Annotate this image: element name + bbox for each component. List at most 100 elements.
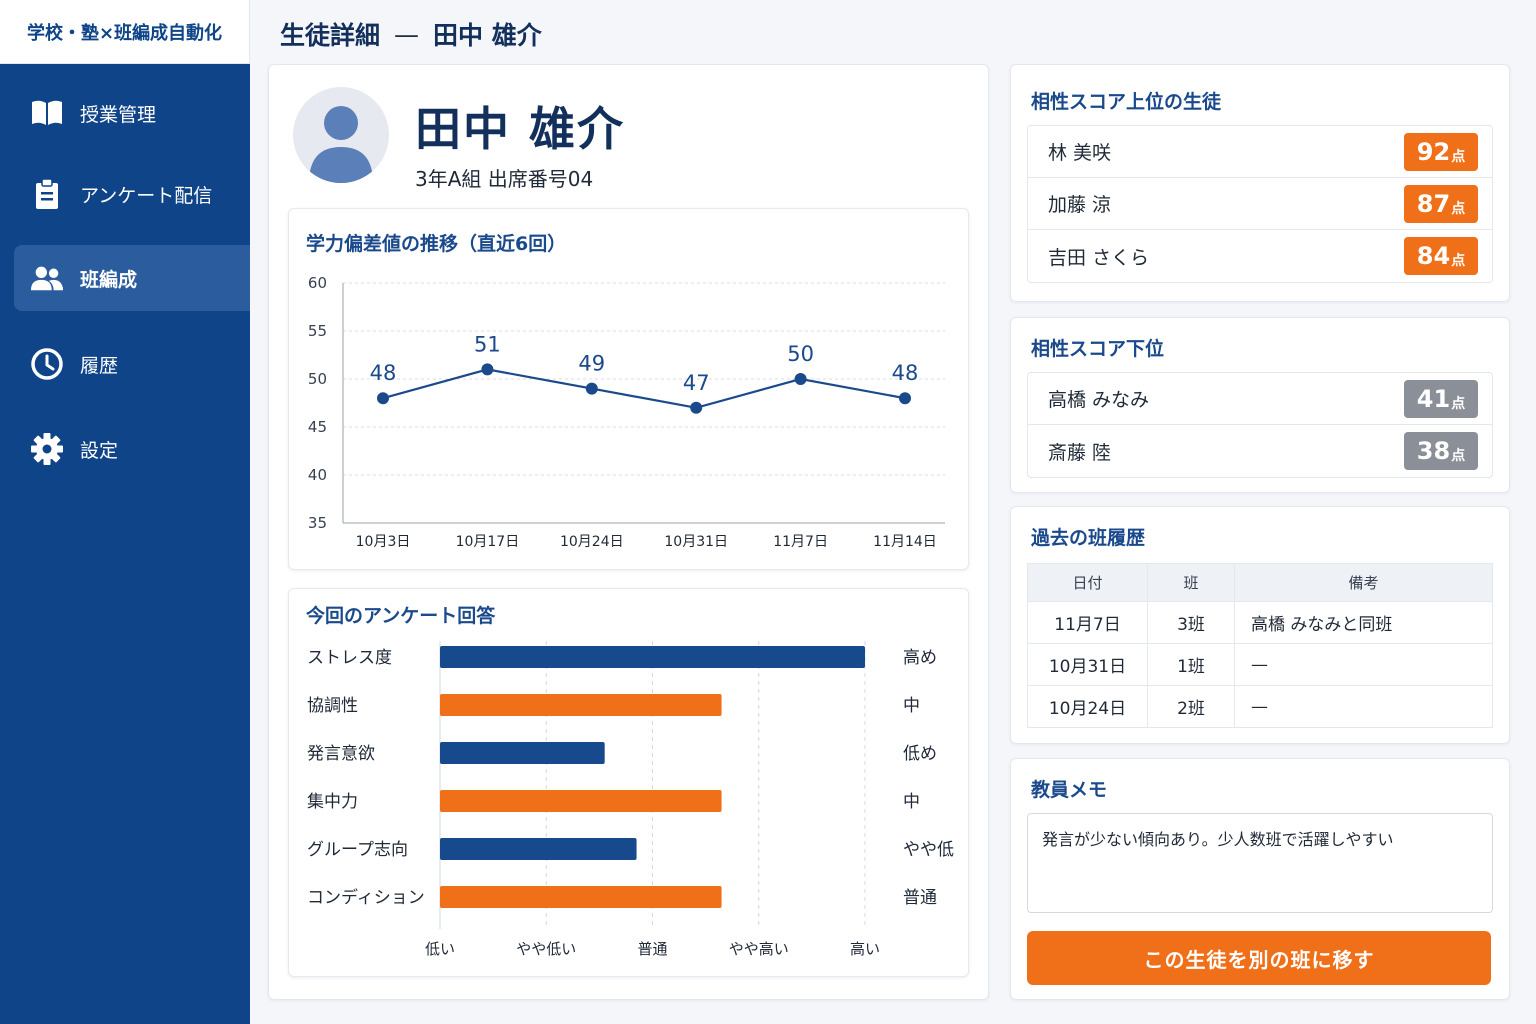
series-line [382, 368, 906, 409]
data-point [585, 382, 598, 395]
sidebar-item-survey[interactable]: アンケート配信 [14, 161, 250, 227]
data-label: 47 [683, 371, 710, 395]
sidebar-item-settings[interactable]: 設定 [14, 416, 250, 482]
top-matches-list: 林 美咲 92 点 加藤 涼 87 点 吉田 さくら 84 点 [1027, 125, 1493, 283]
teacher-memo-input[interactable]: 発言が少ない傾向あり。少人数班で活躍しやすい [1027, 813, 1493, 913]
bar [440, 886, 722, 908]
value-label: 高め [903, 648, 937, 668]
column-header-group: 班 [1147, 563, 1235, 602]
x-tick-label: やや高い [729, 940, 789, 958]
x-tick-label: やや低い [516, 940, 576, 958]
x-tick-label: 10月17日 [456, 534, 520, 550]
top-matches-title: 相性スコア上位の生徒 [1031, 91, 1222, 113]
bottom-matches-list: 高橋 みなみ 41 点 斎藤 陸 38 点 [1027, 372, 1493, 478]
data-label: 50 [787, 342, 814, 366]
data-point [377, 392, 389, 405]
data-label: 48 [370, 361, 397, 385]
group-history-card: 過去の班履歴 日付 班 備考 11月7日 3班 高橋 みなみと同班 10月31日… [1010, 506, 1510, 744]
bar [440, 646, 865, 668]
value-label: 普通 [903, 888, 937, 908]
student-name: 加藤 涼 [1048, 194, 1112, 216]
column-header-date: 日付 [1027, 563, 1148, 602]
sidebar-item-grouping[interactable]: 班編成 [14, 245, 250, 311]
cell-date: 10月24日 [1027, 685, 1148, 728]
teacher-memo-card: 教員メモ 発言が少ない傾向あり。少人数班で活躍しやすい この生徒を別の班に移す [1010, 758, 1510, 1000]
student-name: 吉田 さくら [1048, 246, 1150, 269]
value-label: 低め [903, 744, 937, 764]
list-item[interactable]: 斎藤 陸 38 点 [1028, 425, 1492, 477]
value-label: やや低 [903, 840, 954, 860]
student-detail-card: 田中 雄介 3年A組 出席番号04 学力偏差値の推移（直近6回） 60 55 50 4… [268, 64, 989, 1000]
bar [440, 790, 722, 812]
data-label: 49 [578, 352, 605, 376]
score-trend-card: 学力偏差値の推移（直近6回） 60 55 50 45 40 35 10月3日 10月17日 10… [288, 208, 969, 570]
data-label: 48 [892, 361, 919, 385]
data-point [899, 392, 911, 405]
book-icon [30, 96, 64, 130]
sidebar-item-label: 授業管理 [80, 103, 157, 126]
bar [440, 838, 637, 860]
score-badge: 41 点 [1404, 379, 1478, 418]
bottom-matches-title: 相性スコア下位 [1031, 338, 1165, 360]
category-label: ストレス度 [307, 648, 392, 668]
bottom-matches-card: 相性スコア下位 高橋 みなみ 41 点 斎藤 陸 38 点 [1010, 317, 1510, 493]
table-header-row: 日付 班 備考 [1027, 563, 1493, 602]
app-title: 学校・塾×班編成自動化 [0, 0, 250, 64]
x-tick-label: 11月7日 [773, 534, 828, 550]
cell-group: 3班 [1147, 601, 1235, 644]
x-tick-label: 10月31日 [664, 534, 728, 550]
x-tick-label: 普通 [637, 940, 667, 958]
sidebar-item-history[interactable]: 履歴 [14, 331, 250, 397]
student-name: 高橋 みなみ [1048, 389, 1150, 411]
student-class-info: 3年A組 出席番号04 [415, 167, 594, 191]
x-tick-label: 10月3日 [356, 534, 411, 550]
sidebar-item-label: アンケート配信 [80, 184, 213, 207]
score-badge: 87 点 [1404, 184, 1478, 223]
history-title: 過去の班履歴 [1031, 527, 1146, 549]
bar [440, 694, 722, 716]
sidebar-item-lessons[interactable]: 授業管理 [14, 80, 250, 146]
table-row: 10月31日 1班 — [1027, 643, 1493, 686]
cell-group: 1班 [1147, 643, 1235, 686]
list-item[interactable]: 高橋 みなみ 41 点 [1028, 373, 1492, 425]
cell-group: 2班 [1147, 685, 1235, 728]
category-label: グループ志向 [307, 840, 408, 860]
y-tick-label: 50 [308, 370, 327, 388]
y-tick-label: 55 [308, 322, 327, 340]
memo-title: 教員メモ [1031, 779, 1108, 801]
survey-chart: 低い やや低い 普通 やや高い 高いストレス度 高め協調性 中発言意欲 低め集中力 中グループ志… [307, 641, 954, 958]
table-row: 11月7日 3班 高橋 みなみと同班 [1027, 601, 1493, 644]
cell-note: 高橋 みなみと同班 [1234, 601, 1493, 644]
move-group-button[interactable]: この生徒を別の班に移す [1027, 931, 1491, 985]
data-point [794, 373, 807, 385]
sidebar-item-label: 班編成 [80, 268, 138, 291]
title-separator: — [394, 19, 420, 49]
list-item[interactable]: 吉田 さくら 84 点 [1028, 230, 1492, 282]
category-label: コンディション [307, 887, 425, 908]
sidebar-item-label: 設定 [80, 439, 119, 462]
gear-icon [30, 432, 64, 466]
student-name: 斎藤 陸 [1048, 441, 1112, 464]
column-header-note: 備考 [1234, 563, 1493, 602]
bar [440, 742, 605, 764]
data-point [690, 401, 703, 414]
table-row: 10月24日 2班 — [1027, 685, 1493, 728]
page-title: 生徒詳細 — 田中 雄介 [280, 16, 542, 52]
score-badge: 92 点 [1404, 132, 1478, 171]
data-point [481, 363, 494, 376]
student-name: 田中 雄介 [415, 102, 626, 156]
cell-date: 11月7日 [1027, 601, 1148, 644]
y-tick-label: 40 [308, 466, 327, 484]
clipboard-icon [30, 177, 64, 211]
survey-card: 今回のアンケート回答 低い やや低い 普通 やや高い 高い ストレス度 高め 協調性中発言意欲… [288, 588, 969, 977]
users-icon [30, 261, 64, 295]
list-item[interactable]: 林 美咲 92 点 [1028, 126, 1492, 178]
y-tick-label: 60 [308, 274, 327, 292]
list-item[interactable]: 加藤 涼 87 点 [1028, 178, 1492, 230]
sidebar: 学校・塾×班編成自動化 授業管理 アンケート配信 班編成 履歴 設定 [0, 0, 250, 1024]
x-tick-label: 低い [425, 940, 455, 958]
category-label: 発言意欲 [307, 744, 375, 764]
clock-icon [30, 347, 64, 381]
value-label: 中 [903, 696, 920, 716]
data-label: 51 [474, 332, 501, 356]
